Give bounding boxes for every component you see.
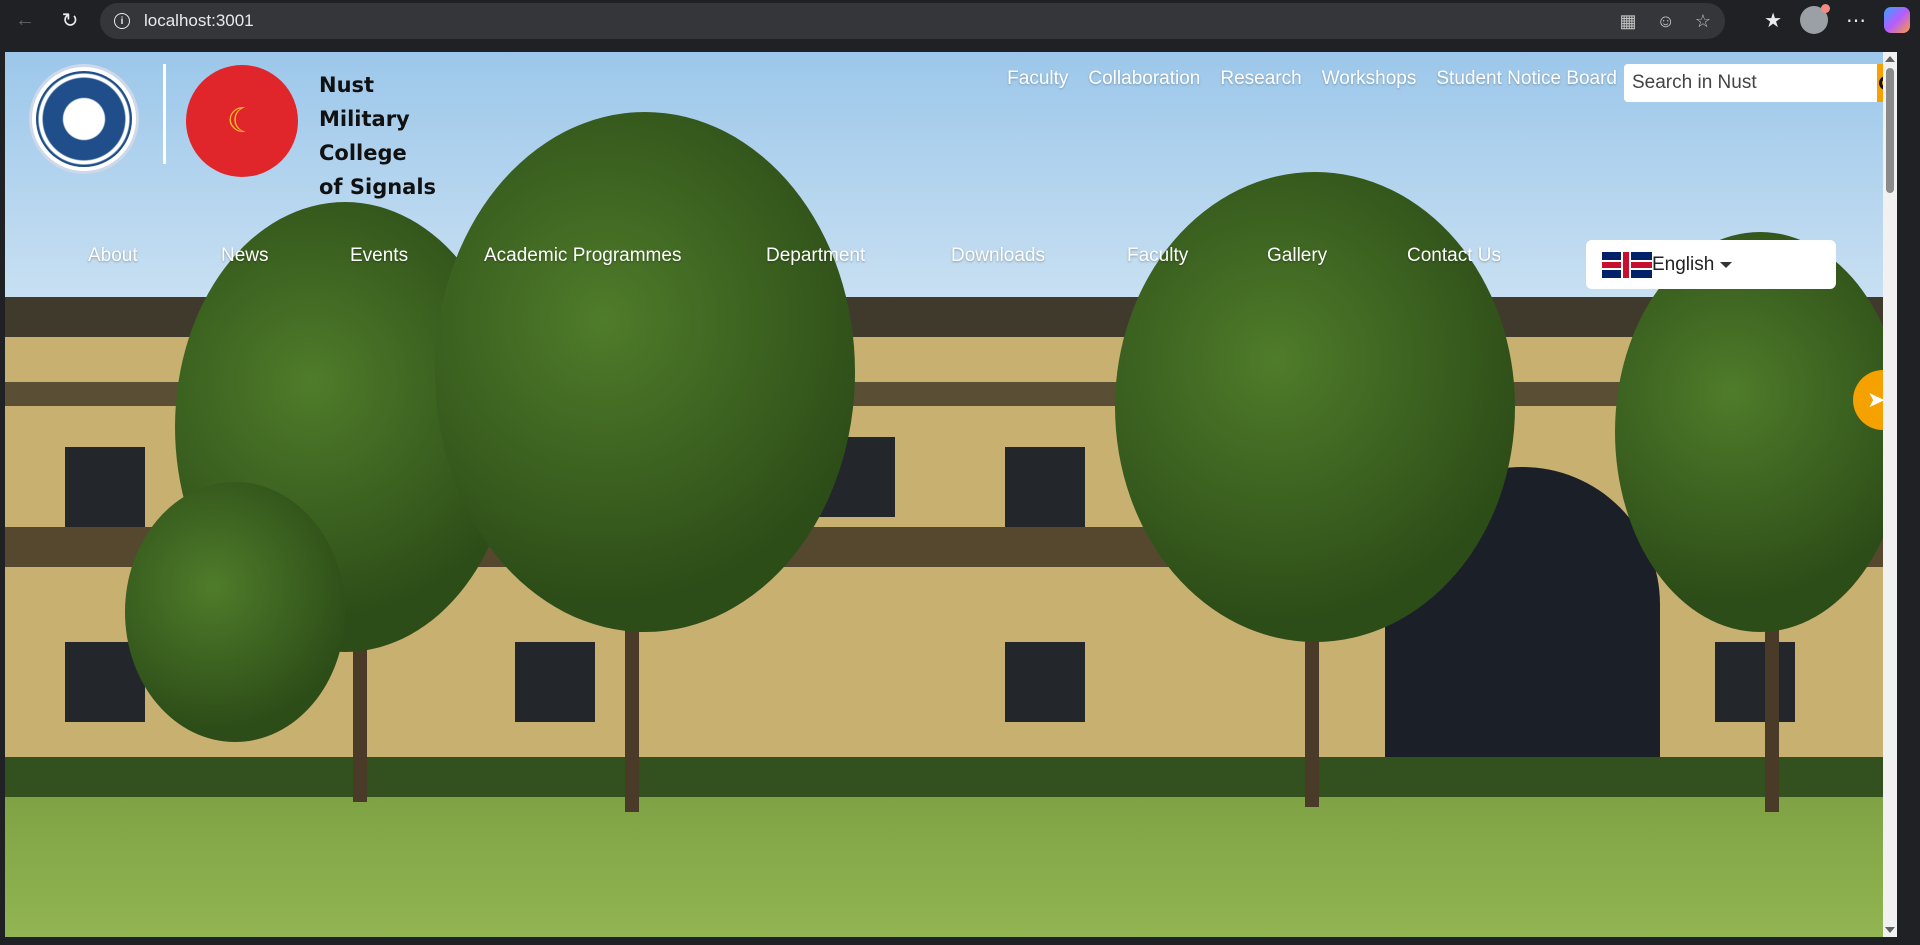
profile-icon[interactable] <box>1800 4 1830 34</box>
more-icon[interactable]: ⋯ <box>1846 8 1866 33</box>
scroll-up-icon[interactable] <box>1885 56 1895 62</box>
college-name-line: College <box>319 141 407 165</box>
logo-divider <box>163 64 166 164</box>
top-link-faculty[interactable]: Faculty <box>1007 68 1068 90</box>
reload-icon[interactable]: ↻ <box>55 5 85 35</box>
page-viewport: ☾ Nust Military College of Signals Facul… <box>5 52 1897 937</box>
search-box <box>1624 64 1894 102</box>
top-link-student-notice-board[interactable]: Student Notice Board <box>1436 68 1617 90</box>
favorite-star-icon[interactable]: ☆ <box>1695 11 1711 32</box>
scrollbar[interactable] <box>1883 52 1897 937</box>
college-name: Nust Military College of Signals <box>319 68 479 204</box>
nav-department[interactable]: Department <box>766 245 865 267</box>
chevron-down-icon <box>1720 261 1733 268</box>
nav-contact-us[interactable]: Contact Us <box>1407 245 1501 267</box>
language-selector[interactable]: English <box>1586 240 1836 289</box>
top-link-research[interactable]: Research <box>1220 68 1301 90</box>
nav-gallery[interactable]: Gallery <box>1267 245 1327 267</box>
address-bar[interactable]: i localhost:3001 ▦ ☺ ☆ <box>100 3 1725 39</box>
search-input[interactable] <box>1624 64 1877 102</box>
browser-toolbar: ← ↻ i localhost:3001 ▦ ☺ ☆ ★ ⋯ <box>0 0 1920 46</box>
url-text[interactable]: localhost:3001 <box>144 11 254 31</box>
mcs-logo[interactable]: ☾ <box>186 65 298 177</box>
nav-faculty[interactable]: Faculty <box>1127 245 1188 267</box>
college-name-line: Military <box>319 107 410 131</box>
apps-icon[interactable]: ▦ <box>1619 11 1636 32</box>
top-link-collaboration[interactable]: Collaboration <box>1088 68 1200 90</box>
college-name-line: of Signals <box>319 175 437 199</box>
nav-academic-programmes[interactable]: Academic Programmes <box>484 245 681 267</box>
back-arrow-icon[interactable]: ← <box>10 5 40 35</box>
copilot-icon[interactable] <box>1884 7 1910 33</box>
top-link-workshops[interactable]: Workshops <box>1322 68 1417 90</box>
top-links: Faculty Collaboration Research Workshops… <box>1007 68 1617 90</box>
main-nav: About News Events Academic Programmes De… <box>5 245 1545 275</box>
nav-events[interactable]: Events <box>350 245 408 267</box>
site-info-icon[interactable]: i <box>114 13 130 29</box>
site-header: ☾ Nust Military College of Signals Facul… <box>5 52 1897 937</box>
nust-logo[interactable] <box>29 64 139 174</box>
scroll-thumb[interactable] <box>1886 68 1894 193</box>
uk-flag-icon <box>1602 251 1652 278</box>
reading-mode-icon[interactable]: ☺ <box>1656 11 1674 32</box>
nav-about[interactable]: About <box>88 245 138 267</box>
scroll-down-icon[interactable] <box>1885 927 1895 933</box>
nav-downloads[interactable]: Downloads <box>951 245 1045 267</box>
favorites-icon[interactable]: ★ <box>1764 8 1782 33</box>
college-name-line: Nust <box>319 73 375 97</box>
language-label: English <box>1652 253 1715 275</box>
nav-news[interactable]: News <box>221 245 269 267</box>
